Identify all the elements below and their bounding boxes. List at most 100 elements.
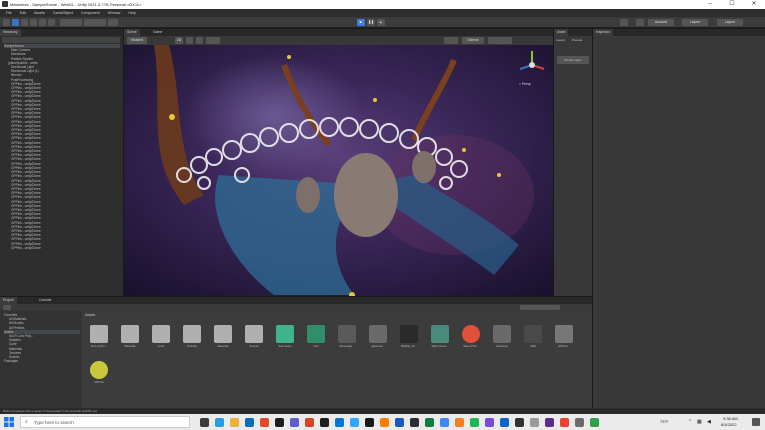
minimize-button[interactable]: – — [699, 0, 721, 9]
asset-folder[interactable]: Materials — [212, 323, 234, 357]
chrome-icon[interactable] — [440, 418, 449, 427]
menu-help[interactable]: Help — [128, 11, 135, 15]
clock-time[interactable]: 9:38 AM — [723, 416, 738, 421]
move-tool-icon[interactable] — [12, 19, 19, 26]
asset-item[interactable]: GPPink — [88, 359, 110, 393]
menu-gameobject[interactable]: GameObject — [53, 11, 73, 15]
collab-icon[interactable] — [636, 19, 644, 26]
hierarchy-search-input[interactable] — [2, 37, 120, 43]
taskbar-search-input[interactable]: ⌕ Type here to search — [20, 416, 190, 428]
rect-tool-icon[interactable] — [39, 19, 46, 26]
account-dropdown[interactable]: Account — [648, 19, 674, 26]
hierarchy-item[interactable]: GPPink - unity/Dome — [4, 246, 120, 250]
asset-item[interactable]: noiselines — [491, 323, 513, 357]
tray-chevron-icon[interactable]: ⌃ — [688, 419, 692, 425]
menu-edit[interactable]: Edit — [20, 11, 26, 15]
audio-icon[interactable] — [196, 37, 203, 44]
asset-folder[interactable]: Materials — [119, 323, 141, 357]
view-2d-toggle[interactable]: 2D — [175, 37, 183, 44]
asset-item[interactable]: Wave Prof... — [460, 323, 482, 357]
blender-icon[interactable] — [380, 418, 389, 427]
menu-window[interactable]: Window — [108, 11, 121, 15]
transform-tool-icon[interactable] — [48, 19, 55, 26]
tab-project[interactable]: Project — [0, 297, 17, 304]
layers-dropdown[interactable]: Layers — [682, 19, 708, 26]
close-button[interactable]: ✕ — [743, 0, 765, 9]
visual-studio-icon[interactable] — [545, 418, 554, 427]
tab-console[interactable]: Console — [36, 297, 54, 304]
project-breadcrumb[interactable]: Assets — [85, 313, 95, 317]
notification-icon[interactable] — [752, 418, 760, 426]
tab-asset[interactable]: Asset — [554, 29, 569, 36]
outlook-icon[interactable] — [335, 418, 344, 427]
unity-hub-icon[interactable] — [275, 418, 284, 427]
menu-assets[interactable]: Assets — [34, 11, 45, 15]
asset-folder[interactable]: Prefabs — [181, 323, 203, 357]
scene-search-input[interactable] — [488, 37, 512, 44]
asset-item[interactable]: Wall — [522, 323, 544, 357]
teams-icon[interactable] — [290, 418, 299, 427]
pause-button[interactable]: ❚❚ — [367, 19, 375, 26]
global-toggle[interactable] — [84, 19, 106, 26]
store-icon[interactable] — [245, 418, 254, 427]
excel-icon[interactable] — [425, 418, 434, 427]
lighting-icon[interactable] — [186, 37, 193, 44]
asset-item[interactable]: Sub Game — [274, 323, 296, 357]
revert-layer-button[interactable]: Revert Layer — [557, 56, 589, 64]
menu-component[interactable]: Component — [81, 11, 100, 15]
tab-scene[interactable]: Scene — [124, 29, 140, 36]
add-asset-button[interactable] — [3, 305, 11, 310]
mail-icon[interactable] — [560, 418, 569, 427]
terminal-icon[interactable] — [365, 418, 374, 427]
project-tree-item[interactable]: Packages — [4, 359, 80, 363]
tab-side-layers[interactable]: Layers — [556, 38, 565, 42]
layout-dropdown[interactable]: Layout — [717, 19, 743, 26]
asset-item[interactable]: Bubble_sh... — [398, 323, 420, 357]
step-button[interactable]: ▸| — [377, 19, 385, 26]
shading-mode-dropdown[interactable]: Shaded — [127, 37, 147, 44]
unity-editor-icon[interactable] — [320, 418, 329, 427]
windows-start-icon[interactable] — [4, 417, 14, 427]
gizmos-dropdown[interactable]: Gizmos — [462, 37, 484, 44]
volume-icon[interactable]: ◀ — [707, 419, 711, 425]
clock-date[interactable]: 8/4/2022 — [721, 422, 737, 427]
tab-hierarchy[interactable]: Hierarchy — [0, 29, 21, 36]
play-button[interactable]: ▶ — [357, 19, 365, 26]
tab-game[interactable]: Game — [150, 29, 165, 36]
photos-icon[interactable] — [590, 418, 599, 427]
scene-viewport[interactable]: < Persp — [124, 45, 553, 296]
word-icon[interactable] — [395, 418, 404, 427]
asset-folder[interactable]: Code — [150, 323, 172, 357]
asset-item[interactable]: glassmat... — [367, 323, 389, 357]
camera-icon[interactable] — [444, 37, 458, 44]
edge-icon[interactable] — [215, 418, 224, 427]
project-search-input[interactable] — [520, 305, 560, 310]
firefox-icon[interactable] — [455, 418, 464, 427]
scene-gizmo[interactable] — [514, 47, 550, 87]
tab-inspector[interactable]: Inspector — [593, 29, 613, 36]
menu-file[interactable]: File — [6, 11, 12, 15]
weather-label[interactable]: 73°F — [660, 419, 669, 424]
zoom-icon[interactable] — [500, 418, 509, 427]
hand-tool-icon[interactable] — [3, 19, 10, 26]
asset-item[interactable]: Main Came... — [429, 323, 451, 357]
photoshop-icon[interactable] — [350, 418, 359, 427]
settings-icon[interactable] — [575, 418, 584, 427]
app-icon[interactable] — [410, 418, 419, 427]
effects-icon[interactable] — [206, 37, 220, 44]
network-icon[interactable]: ▦ — [697, 419, 702, 425]
task-view-icon[interactable] — [200, 418, 209, 427]
asset-folder[interactable]: Sci Low Po... — [88, 323, 110, 357]
office-icon[interactable] — [260, 418, 269, 427]
tab-side-presets[interactable]: Presets — [572, 38, 582, 42]
asset-item[interactable]: Text — [305, 323, 327, 357]
powerpoint-icon[interactable] — [305, 418, 314, 427]
maximize-button[interactable]: ☐ — [721, 0, 743, 9]
cloud-icon[interactable] — [620, 19, 628, 26]
grid-snap-icon[interactable] — [108, 19, 118, 26]
pivot-toggle[interactable] — [60, 19, 82, 26]
notepad-icon[interactable] — [530, 418, 539, 427]
rotate-tool-icon[interactable] — [21, 19, 28, 26]
discord-icon[interactable] — [485, 418, 494, 427]
asset-folder[interactable]: Scenes — [243, 323, 265, 357]
